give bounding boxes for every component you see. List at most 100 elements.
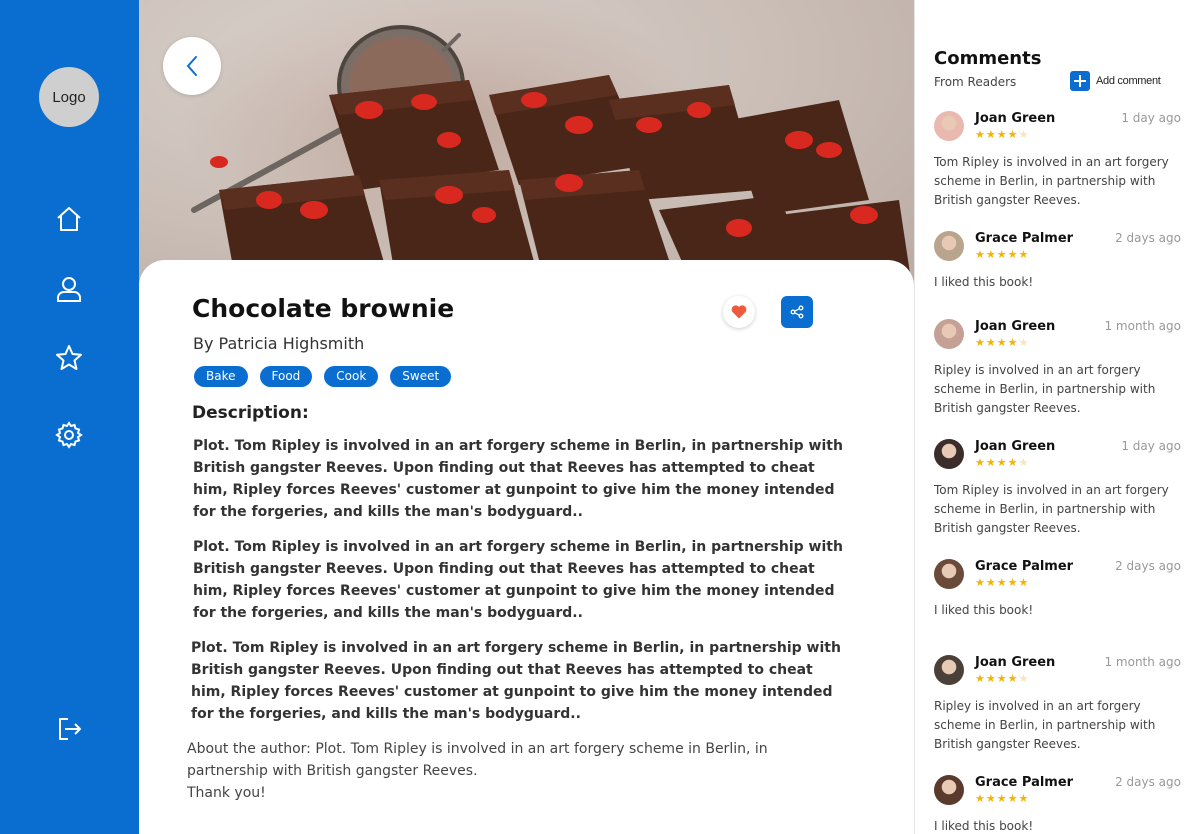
comment-text: I liked this book! (934, 819, 1034, 833)
avatar[interactable] (934, 231, 964, 261)
star-icon: ★ (985, 337, 997, 349)
star-icon: ★ (975, 577, 986, 589)
description-paragraph: Plot. Tom Ripley is involved in an art f… (193, 438, 843, 520)
tag-cook[interactable]: Cook (324, 366, 379, 387)
comment-time: 2 days ago (1115, 231, 1181, 245)
favorite-button[interactable] (723, 296, 755, 328)
star-icon: ★ (1018, 337, 1030, 349)
comment-time: 1 day ago (1121, 111, 1181, 125)
star-icon: ★ (1007, 577, 1019, 589)
app-root: Logo Chocolate brownie By Patricia Highs… (0, 0, 1194, 834)
star-icon: ★ (1007, 457, 1019, 469)
home-icon (57, 207, 81, 231)
back-button[interactable] (163, 37, 221, 95)
star-icon: ★ (996, 337, 1008, 349)
star-icon: ★ (1018, 793, 1030, 805)
star-icon: ★ (985, 577, 997, 589)
comment-text: Tom Ripley is involved in an art forgery… (934, 483, 1169, 535)
tag-food[interactable]: Food (259, 366, 313, 387)
comment-author[interactable]: Joan Green (975, 655, 1055, 670)
tag-list: Bake Food Cook Sweet (194, 366, 463, 387)
comment-author[interactable]: Joan Green (975, 111, 1055, 126)
description-paragraph: Plot. Tom Ripley is involved in an art f… (191, 640, 841, 722)
rating-stars: ★★★★★ (975, 792, 1029, 805)
add-comment-button[interactable]: Add comment (1070, 71, 1161, 91)
star-icon: ★ (996, 793, 1008, 805)
user-icon (57, 277, 81, 302)
settings-icon (55, 421, 83, 449)
rating-stars: ★★★★★ (975, 672, 1029, 685)
nav-favorites[interactable] (49, 338, 89, 378)
logout-icon (59, 718, 81, 740)
comment-text: Tom Ripley is involved in an art forgery… (934, 155, 1169, 207)
avatar[interactable] (934, 775, 964, 805)
star-icon: ★ (975, 457, 986, 469)
star-icon: ★ (1007, 249, 1019, 261)
avatar[interactable] (934, 319, 964, 349)
comment-time: 1 month ago (1104, 319, 1181, 333)
rating-stars: ★★★★★ (975, 336, 1029, 349)
star-icon: ★ (1018, 673, 1030, 685)
recipe-card: Chocolate brownie By Patricia Highsmith … (139, 260, 914, 834)
logo[interactable]: Logo (39, 67, 99, 127)
comment-text: Ripley is involved in an art forgery sch… (934, 363, 1156, 415)
star-icon: ★ (996, 249, 1008, 261)
comment-author[interactable]: Joan Green (975, 319, 1055, 334)
comment-text: Ripley is involved in an art forgery sch… (934, 699, 1156, 751)
star-icon: ★ (975, 673, 986, 685)
share-button[interactable] (781, 296, 813, 328)
comment-author[interactable]: Joan Green (975, 439, 1055, 454)
star-icon: ★ (1007, 673, 1019, 685)
star-icon: ★ (985, 249, 997, 261)
description-paragraph: Plot. Tom Ripley is involved in an art f… (193, 539, 843, 621)
star-icon (56, 345, 82, 370)
comment-author[interactable]: Grace Palmer (975, 775, 1073, 790)
share-icon (790, 305, 804, 319)
star-icon: ★ (1018, 249, 1030, 261)
star-icon: ★ (1018, 577, 1030, 589)
star-icon: ★ (996, 129, 1008, 141)
nav-profile[interactable] (49, 269, 89, 309)
star-icon: ★ (985, 673, 997, 685)
rating-stars: ★★★★★ (975, 248, 1029, 261)
comment-time: 2 days ago (1115, 775, 1181, 789)
avatar[interactable] (934, 559, 964, 589)
tag-bake[interactable]: Bake (194, 366, 248, 387)
star-icon: ★ (985, 457, 997, 469)
comment-text: I liked this book! (934, 603, 1034, 617)
tag-sweet[interactable]: Sweet (390, 366, 452, 387)
brownie-photo (179, 0, 914, 300)
avatar[interactable] (934, 111, 964, 141)
star-icon: ★ (1018, 457, 1030, 469)
comments-subtitle: From Readers (934, 75, 1017, 89)
star-icon: ★ (975, 793, 986, 805)
star-icon: ★ (975, 249, 986, 261)
chevron-left-icon (186, 56, 197, 76)
comment-time: 1 month ago (1104, 655, 1181, 669)
avatar[interactable] (934, 655, 964, 685)
comment-time: 2 days ago (1115, 559, 1181, 573)
description-heading: Description: (192, 403, 309, 423)
star-icon: ★ (1007, 337, 1019, 349)
comment-author[interactable]: Grace Palmer (975, 231, 1073, 246)
thanks-text: Thank you! (187, 785, 266, 801)
comment-text: I liked this book! (934, 275, 1034, 289)
star-icon: ★ (996, 457, 1008, 469)
avatar[interactable] (934, 439, 964, 469)
nav-settings[interactable] (49, 415, 89, 455)
nav-logout[interactable] (49, 709, 89, 749)
star-icon: ★ (996, 673, 1008, 685)
rating-stars: ★★★★★ (975, 456, 1029, 469)
star-icon: ★ (985, 793, 997, 805)
rating-stars: ★★★★★ (975, 576, 1029, 589)
star-icon: ★ (975, 337, 986, 349)
comments-title: Comments (934, 48, 1042, 69)
sidebar: Logo (0, 0, 139, 834)
comment-author[interactable]: Grace Palmer (975, 559, 1073, 574)
comments-panel: Comments From Readers Add comment Joan G… (914, 0, 1194, 834)
add-comment-label: Add comment (1096, 75, 1161, 87)
star-icon: ★ (985, 129, 997, 141)
star-icon: ★ (975, 129, 986, 141)
nav-home[interactable] (49, 199, 89, 239)
about-author-label: About the author (187, 741, 307, 757)
